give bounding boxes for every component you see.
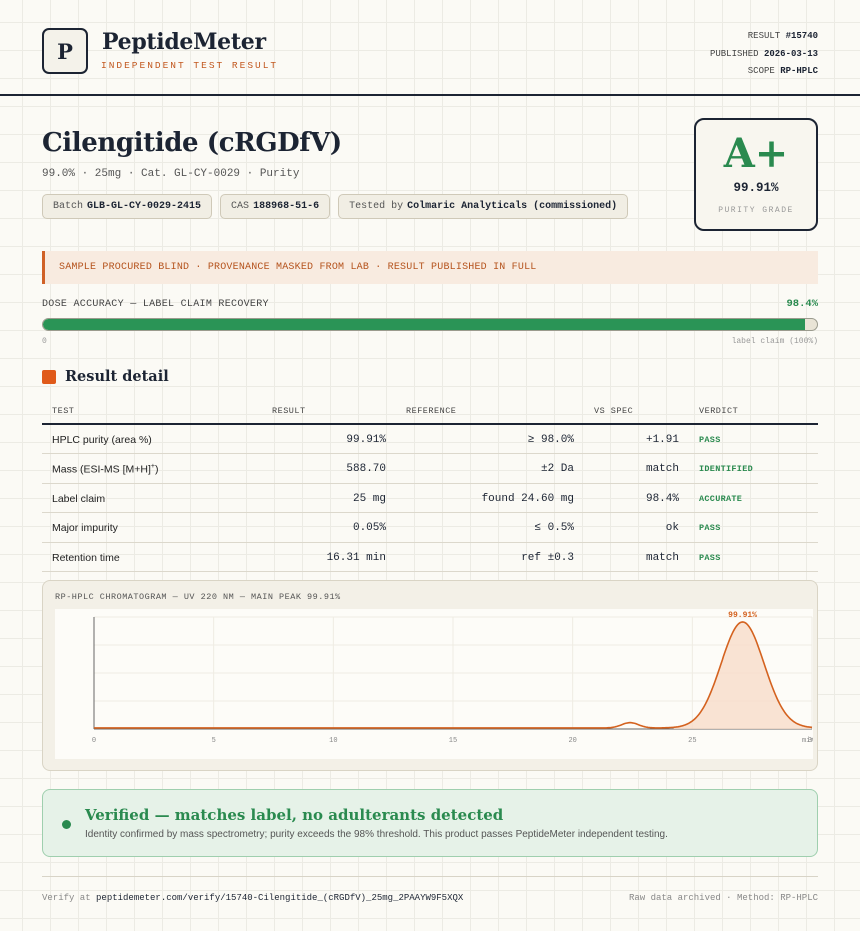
verified-text: Identity confirmed by mass spectrometry;… xyxy=(85,829,668,840)
x-unit-label: min xyxy=(802,737,813,745)
section-title: Result detail xyxy=(65,368,169,385)
verify-link[interactable]: peptidemeter.com/verify/15740-Cilengitid… xyxy=(96,893,463,903)
peak-label: 99.91% xyxy=(728,611,757,620)
x-tick-label: 10 xyxy=(329,737,337,745)
cell-reference: ref ±0.3 xyxy=(521,551,574,564)
cell-verdict: ACCURATE xyxy=(699,493,743,504)
cell-vs-spec: 98.4% xyxy=(645,492,679,505)
table-row: HPLC purity (area %) 99.91% ≥ 98.0% +1.9… xyxy=(42,425,818,455)
product-subtitle: 99.0% · 25mg · Cat. GL-CY-0029 · Purity xyxy=(42,168,300,180)
product-title: Cilengitide (cRGDfV) xyxy=(42,128,342,158)
table-row: Label claim 25 mg found 24.60 mg 98.4% A… xyxy=(42,484,818,514)
cell-vs-spec: +1.91 xyxy=(645,434,679,446)
header-vs-spec: VS SPEC xyxy=(594,406,634,416)
chromatogram-chart: 99.91%051015202530min xyxy=(92,611,816,745)
cell-vs-spec: ok xyxy=(665,522,679,535)
chromatogram-panel: RP-HPLC CHROMATOGRAM — UV 220 NM — MAIN … xyxy=(42,580,818,771)
cell-test: HPLC purity (area %) xyxy=(52,434,152,446)
table-row: Mass (ESI-MS [M+H]+) 588.70 ±2 Da match … xyxy=(42,454,818,484)
cas-chip: CAS 188968-51-6 xyxy=(220,194,331,219)
product-chips: Batch GLB-GL-CY-0029-2415 CAS 188968-51-6 … xyxy=(42,194,629,219)
logo-letter: P xyxy=(57,38,73,64)
x-tick-label: 0 xyxy=(92,737,96,745)
grade-letter: A+ xyxy=(723,130,789,177)
cell-test: Label claim xyxy=(52,492,106,505)
header-verdict: VERDICT xyxy=(699,406,739,416)
cell-vs-spec: match xyxy=(645,463,679,476)
cell-reference: ≤ 0.5% xyxy=(534,522,574,535)
dose-claim-label: label claim (100%) xyxy=(731,337,818,346)
meta-result: RESULT #15740 xyxy=(747,31,818,41)
provenance-banner: SAMPLE PROCURED BLIND · PROVENANCE MASKE… xyxy=(42,251,818,284)
table-row: Major impurity 0.05% ≤ 0.5% ok PASS xyxy=(42,513,818,543)
tested-by-chip: Tested by Colmaric Analyticals (commissio… xyxy=(338,194,629,219)
cell-reference: found 24.60 mg xyxy=(481,492,574,505)
chromatogram-plot-area: 99.91%051015202530min xyxy=(55,609,816,759)
report-header: P PeptideMeter INDEPENDENT TEST RESULT R… xyxy=(0,0,860,96)
cell-verdict: PASS xyxy=(699,435,721,445)
cell-test: Major impurity xyxy=(52,522,118,535)
cell-vs-spec: match xyxy=(645,551,679,564)
verified-status-dot xyxy=(62,820,71,829)
verified-title: Verified — matches label, no adulterants… xyxy=(85,806,504,824)
chromatogram-title: RP-HPLC CHROMATOGRAM — UV 220 NM — MAIN … xyxy=(55,592,341,602)
brand-logo: P xyxy=(42,28,88,74)
result-meta: RESULT #15740 PUBLISHED 2026-03-13 SCOPE… xyxy=(710,28,818,81)
cell-reference: ≥ 98.0% xyxy=(527,434,574,446)
dose-zero-label: 0 xyxy=(42,337,47,346)
cell-reference: ±2 Da xyxy=(540,463,574,476)
dose-accuracy-value: 98.4% xyxy=(786,298,818,310)
cell-test: Retention time xyxy=(52,551,120,564)
table-header: TEST RESULT REFERENCE VS SPEC VERDICT xyxy=(42,398,818,425)
header-result: RESULT xyxy=(272,406,306,416)
batch-chip: Batch GLB-GL-CY-0029-2415 xyxy=(42,194,213,219)
cell-result: 588.70 xyxy=(346,463,386,476)
cell-verdict: PASS xyxy=(699,523,721,534)
meta-scope: SCOPE RP-HPLC xyxy=(747,66,818,76)
brand-name: PeptideMeter xyxy=(102,29,266,55)
footer-verify: Verify at peptidemeter.com/verify/15740-… xyxy=(42,893,464,903)
result-table: TEST RESULT REFERENCE VS SPEC VERDICT HP… xyxy=(42,398,818,572)
section-marker xyxy=(42,370,56,384)
header-test: TEST xyxy=(52,406,75,416)
header-reference: REFERENCE xyxy=(406,406,457,416)
meta-published: PUBLISHED 2026-03-13 xyxy=(709,48,818,59)
purity-grade-card: A+ 99.91% PURITY GRADE xyxy=(694,118,818,231)
cell-result: 0.05% xyxy=(352,522,386,535)
verified-box: Verified — matches label, no adulterants… xyxy=(42,789,818,857)
x-tick-label: 5 xyxy=(212,737,216,745)
x-tick-label: 20 xyxy=(568,737,576,745)
table-row: Retention time 16.31 min ref ±0.3 match … xyxy=(42,543,818,572)
dose-progress-fill xyxy=(43,319,805,330)
cell-result: 25 mg xyxy=(352,492,386,505)
main-peak-area xyxy=(673,621,812,729)
cell-test: Mass (ESI-MS [M+H]+) xyxy=(52,463,159,476)
footer-divider xyxy=(42,876,818,877)
cell-verdict: IDENTIFIED xyxy=(699,464,754,475)
dose-progress-bar xyxy=(42,318,818,331)
brand-tagline: INDEPENDENT TEST RESULT xyxy=(101,60,279,71)
x-tick-label: 25 xyxy=(688,737,696,745)
cell-result: 99.91% xyxy=(346,434,386,446)
cell-result: 16.31 min xyxy=(326,551,386,564)
dose-accuracy-label: DOSE ACCURACY — LABEL CLAIM RECOVERY xyxy=(42,299,269,310)
cell-verdict: PASS xyxy=(699,552,721,563)
grade-label: PURITY GRADE xyxy=(718,206,794,215)
footer-archive-note: Raw data archived · Method: RP-HPLC xyxy=(628,893,818,903)
x-tick-label: 15 xyxy=(449,737,457,745)
grade-value: 99.91% xyxy=(733,181,779,195)
